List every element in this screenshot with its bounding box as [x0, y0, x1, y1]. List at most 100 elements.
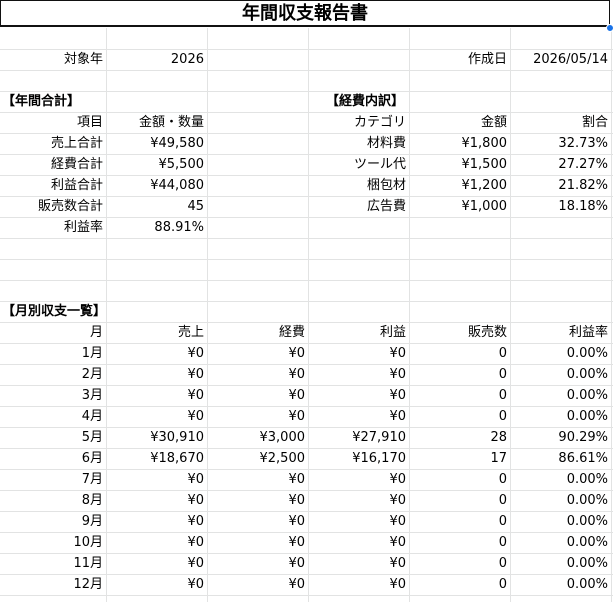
monthly-cell-profit[interactable]: ¥0 — [309, 469, 406, 490]
monthly-cell-profit[interactable]: ¥0 — [309, 511, 406, 532]
monthly-cell-expense[interactable]: ¥0 — [208, 574, 305, 595]
monthly-cell-profit-rate[interactable]: 0.00% — [511, 385, 608, 406]
monthly-cell-sales[interactable]: ¥0 — [107, 553, 204, 574]
monthly-cell-sales[interactable]: ¥0 — [107, 364, 204, 385]
monthly-cell-profit-rate[interactable]: 0.00% — [511, 511, 608, 532]
spreadsheet-grid[interactable]: 年間収支報告書 対象年 2026 作成日 2026/05/14 【年間合計】 【… — [0, 0, 613, 602]
expense-category[interactable]: 材料費 — [309, 133, 406, 154]
monthly-cell-units-sold[interactable]: 0 — [410, 385, 507, 406]
monthly-cell-profit-rate[interactable]: 0.00% — [511, 406, 608, 427]
summary-item-value[interactable]: 88.91% — [107, 217, 204, 238]
monthly-cell-profit[interactable]: ¥0 — [309, 574, 406, 595]
monthly-cell-units-sold[interactable]: 0 — [410, 532, 507, 553]
monthly-cell-month[interactable]: 12月 — [0, 574, 103, 595]
monthly-cell-expense[interactable]: ¥0 — [208, 364, 305, 385]
monthly-cell-profit-rate[interactable]: 86.61% — [511, 448, 608, 469]
monthly-cell-profit-rate[interactable]: 90.29% — [511, 427, 608, 448]
expenses-col-ratio[interactable]: 割合 — [511, 112, 608, 133]
monthly-cell-profit[interactable]: ¥0 — [309, 532, 406, 553]
created-date-label[interactable]: 作成日 — [410, 49, 507, 70]
expense-amount[interactable]: ¥1,200 — [410, 175, 508, 196]
monthly-cell-profit[interactable]: ¥27,910 — [309, 427, 406, 448]
expense-amount[interactable]: ¥1,500 — [410, 154, 508, 175]
created-date-value[interactable]: 2026/05/14 — [511, 49, 608, 70]
monthly-cell-profit-rate[interactable]: 0.00% — [511, 553, 608, 574]
monthly-cell-profit[interactable]: ¥0 — [309, 406, 406, 427]
monthly-cell-expense[interactable]: ¥0 — [208, 490, 305, 511]
monthly-cell-profit-rate[interactable]: 0.00% — [511, 343, 608, 364]
monthly-cell-expense[interactable]: ¥3,000 — [208, 427, 306, 448]
monthly-cell-units-sold[interactable]: 0 — [410, 553, 507, 574]
summary-heading[interactable]: 【年間合計】 — [2, 91, 122, 112]
summary-item-label[interactable]: 利益率 — [0, 217, 103, 238]
monthly-cell-profit-rate[interactable]: 0.00% — [511, 469, 608, 490]
monthly-cell-month[interactable]: 2月 — [0, 364, 103, 385]
monthly-cell-expense[interactable]: ¥0 — [208, 406, 305, 427]
expense-amount[interactable]: ¥1,800 — [410, 133, 508, 154]
monthly-cell-expense[interactable]: ¥0 — [208, 385, 305, 406]
monthly-cell-profit[interactable]: ¥0 — [309, 385, 406, 406]
monthly-cell-profit[interactable]: ¥0 — [309, 490, 406, 511]
monthly-header-expense[interactable]: 経費 — [208, 322, 305, 343]
monthly-cell-sales[interactable]: ¥0 — [107, 343, 204, 364]
summary-item-value[interactable]: 45 — [107, 196, 204, 217]
monthly-cell-sales[interactable]: ¥0 — [107, 511, 204, 532]
monthly-cell-month[interactable]: 3月 — [0, 385, 103, 406]
monthly-cell-profit-rate[interactable]: 0.00% — [511, 490, 608, 511]
monthly-cell-month[interactable]: 1月 — [0, 343, 103, 364]
monthly-cell-month[interactable]: 5月 — [0, 427, 103, 448]
monthly-cell-profit[interactable]: ¥16,170 — [309, 448, 406, 469]
monthly-cell-sales[interactable]: ¥0 — [107, 532, 204, 553]
monthly-cell-profit[interactable]: ¥0 — [309, 343, 406, 364]
monthly-cell-units-sold[interactable]: 0 — [410, 490, 507, 511]
monthly-cell-sales[interactable]: ¥0 — [107, 469, 204, 490]
expense-category[interactable]: 梱包材 — [309, 175, 406, 196]
year-label[interactable]: 対象年 — [0, 49, 103, 70]
sheet-title[interactable]: 年間収支報告書 — [0, 0, 610, 27]
monthly-cell-units-sold[interactable]: 0 — [410, 469, 507, 490]
expense-ratio[interactable]: 18.18% — [511, 196, 608, 217]
expenses-col-amount[interactable]: 金額 — [410, 112, 507, 133]
monthly-cell-expense[interactable]: ¥0 — [208, 343, 305, 364]
summary-item-label[interactable]: 経費合計 — [0, 154, 103, 175]
monthly-cell-units-sold[interactable]: 0 — [410, 343, 507, 364]
monthly-cell-profit-rate[interactable]: 0.00% — [511, 364, 608, 385]
monthly-cell-month[interactable]: 8月 — [0, 490, 103, 511]
monthly-cell-profit-rate[interactable]: 0.00% — [511, 574, 608, 595]
expense-ratio[interactable]: 27.27% — [511, 154, 608, 175]
monthly-cell-expense[interactable]: ¥0 — [208, 532, 305, 553]
summary-item-label[interactable]: 売上合計 — [0, 133, 103, 154]
monthly-cell-expense[interactable]: ¥0 — [208, 553, 305, 574]
monthly-cell-month[interactable]: 7月 — [0, 469, 103, 490]
summary-item-label[interactable]: 販売数合計 — [0, 196, 103, 217]
monthly-cell-month[interactable]: 11月 — [0, 553, 103, 574]
monthly-header-units-sold[interactable]: 販売数 — [410, 322, 507, 343]
monthly-cell-sales[interactable]: ¥0 — [107, 574, 204, 595]
expense-ratio[interactable]: 32.73% — [511, 133, 608, 154]
monthly-cell-units-sold[interactable]: 0 — [410, 574, 507, 595]
monthly-header-sales[interactable]: 売上 — [107, 322, 204, 343]
monthly-cell-month[interactable]: 9月 — [0, 511, 103, 532]
monthly-cell-sales[interactable]: ¥18,670 — [107, 448, 204, 469]
monthly-cell-profit-rate[interactable]: 0.00% — [511, 532, 608, 553]
monthly-header-profit[interactable]: 利益 — [309, 322, 406, 343]
monthly-cell-profit[interactable]: ¥0 — [309, 553, 406, 574]
monthly-cell-units-sold[interactable]: 0 — [410, 511, 507, 532]
summary-col-item[interactable]: 項目 — [0, 112, 103, 133]
monthly-cell-month[interactable]: 4月 — [0, 406, 103, 427]
summary-col-value[interactable]: 金額・数量 — [107, 112, 204, 133]
expense-amount[interactable]: ¥1,000 — [410, 196, 508, 217]
monthly-cell-sales[interactable]: ¥30,910 — [107, 427, 204, 448]
monthly-heading[interactable]: 【月別収支一覧】 — [2, 301, 142, 322]
summary-item-label[interactable]: 利益合計 — [0, 175, 103, 196]
monthly-cell-profit[interactable]: ¥0 — [309, 364, 406, 385]
expense-category[interactable]: ツール代 — [309, 154, 406, 175]
monthly-cell-month[interactable]: 6月 — [0, 448, 103, 469]
monthly-header-profit-rate[interactable]: 利益率 — [511, 322, 608, 343]
summary-item-value[interactable]: ¥49,580 — [107, 133, 204, 154]
expenses-col-category[interactable]: カテゴリ — [309, 112, 406, 133]
expenses-heading[interactable]: 【経費内訳】 — [326, 91, 446, 112]
summary-item-value[interactable]: ¥5,500 — [107, 154, 205, 175]
monthly-cell-units-sold[interactable]: 17 — [410, 448, 507, 469]
monthly-cell-units-sold[interactable]: 0 — [410, 364, 507, 385]
